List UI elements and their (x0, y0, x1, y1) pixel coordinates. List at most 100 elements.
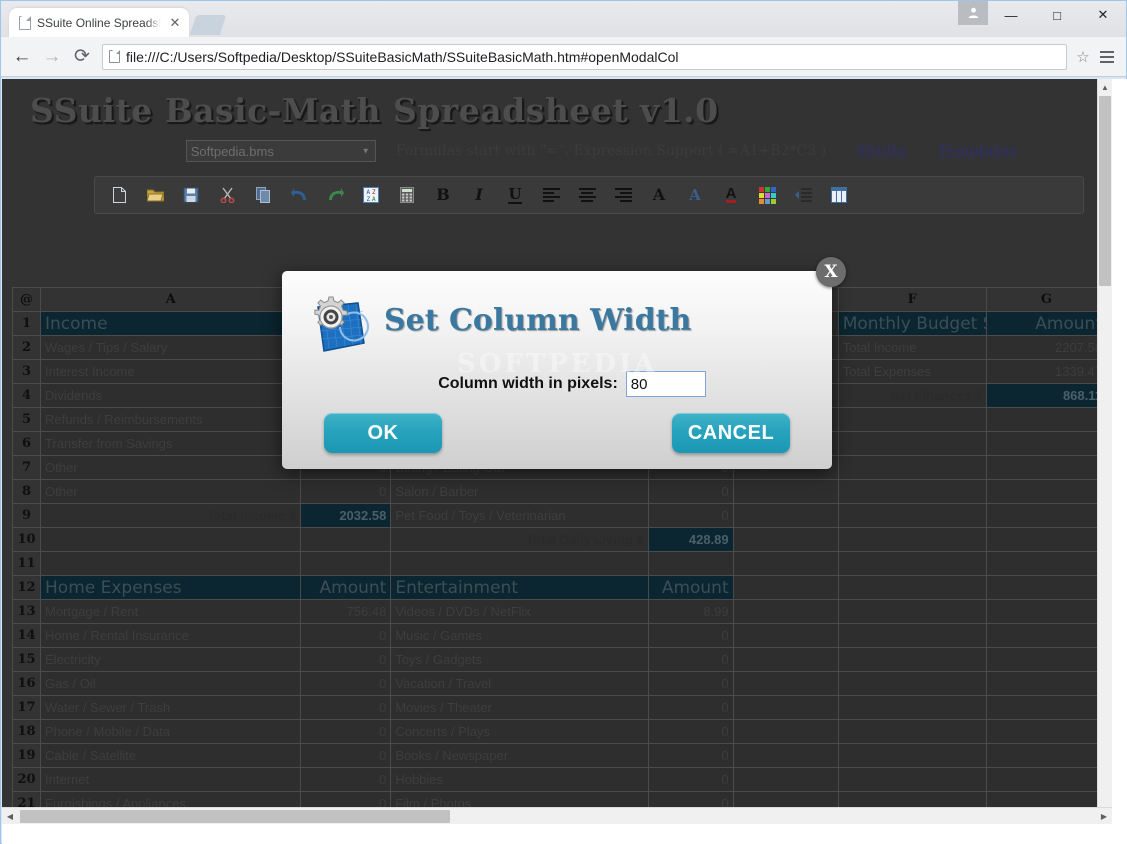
align-right-icon[interactable] (605, 180, 641, 210)
ssuite-link[interactable]: SSuite (856, 143, 907, 159)
cell-G19[interactable] (985, 743, 1108, 768)
minimize-button[interactable]: — (988, 1, 1034, 29)
cell-D16[interactable]: 0 (647, 671, 734, 696)
cell-G7[interactable] (985, 455, 1108, 480)
column-width-icon[interactable] (821, 180, 857, 210)
cell-A6[interactable]: Transfer from Savings (40, 431, 302, 456)
cell-A4[interactable]: Dividends (40, 383, 302, 408)
cell-G18[interactable] (985, 719, 1108, 744)
font-size-icon[interactable]: A (641, 180, 677, 210)
cell-D17[interactable]: 0 (647, 695, 734, 720)
cell-F1[interactable]: Monthly Budget Sum (837, 311, 987, 336)
row-header-19[interactable]: 19 (11, 743, 42, 768)
cell-G5[interactable] (985, 407, 1108, 432)
cell-A11[interactable] (40, 551, 302, 576)
cell-D19[interactable]: 0 (647, 743, 734, 768)
ok-button[interactable]: OK (324, 413, 442, 453)
cell-B17[interactable]: 0 (300, 695, 392, 720)
cell-B10[interactable] (300, 527, 392, 552)
tab-close-icon[interactable]: ✕ (167, 15, 183, 31)
cell-C14[interactable]: Music / Games (390, 623, 649, 648)
italic-icon[interactable]: I (461, 180, 497, 210)
cell-E15[interactable] (732, 647, 839, 672)
align-center-icon[interactable] (569, 180, 605, 210)
horizontal-scroll-thumb[interactable] (20, 810, 450, 823)
cell-B20[interactable]: 0 (300, 767, 392, 792)
cell-G14[interactable] (985, 623, 1108, 648)
cell-F8[interactable] (837, 479, 987, 504)
forward-button[interactable]: → (37, 42, 67, 72)
font-family-icon[interactable]: A (677, 180, 713, 210)
close-window-button[interactable]: ✕ (1080, 1, 1126, 29)
new-document-icon[interactable] (101, 180, 137, 210)
row-header-5[interactable]: 5 (11, 407, 42, 432)
cell-C18[interactable]: Concerts / Plays (390, 719, 649, 744)
row-header-17[interactable]: 17 (11, 695, 42, 720)
cell-F15[interactable] (837, 647, 987, 672)
cell-G8[interactable] (985, 479, 1108, 504)
cell-B18[interactable]: 0 (300, 719, 392, 744)
cell-F12[interactable] (837, 575, 987, 600)
cell-C20[interactable]: Hobbies (390, 767, 649, 792)
redo-icon[interactable] (317, 180, 353, 210)
back-button[interactable]: ← (7, 42, 37, 72)
cell-C16[interactable]: Vacation / Travel (390, 671, 649, 696)
cell-C17[interactable]: Movies / Theater (390, 695, 649, 720)
cell-G4[interactable]: 868.11 (985, 383, 1108, 408)
cell-F20[interactable] (837, 767, 987, 792)
browser-menu-icon[interactable] (1094, 42, 1120, 72)
cell-E14[interactable] (732, 623, 839, 648)
cell-D10[interactable]: 428.89 (647, 527, 734, 552)
row-header-13[interactable]: 13 (11, 599, 42, 624)
cell-A14[interactable]: Home / Rental Insurance (40, 623, 302, 648)
cell-F9[interactable] (837, 503, 987, 528)
cell-E10[interactable] (732, 527, 839, 552)
cell-D20[interactable]: 0 (647, 767, 734, 792)
cell-F10[interactable] (837, 527, 987, 552)
cell-G11[interactable] (985, 551, 1108, 576)
cell-C19[interactable]: Books / Newspaper (390, 743, 649, 768)
row-header-18[interactable]: 18 (11, 719, 42, 744)
row-header-20[interactable]: 20 (11, 767, 42, 792)
cell-C13[interactable]: Videos / DVDs / NetFlix (390, 599, 649, 624)
undo-icon[interactable] (281, 180, 317, 210)
scroll-right-icon[interactable]: ▶ (1096, 808, 1112, 824)
cell-C9[interactable]: Pet Food / Toys / Veterinarian (390, 503, 649, 528)
cell-A15[interactable]: Electricity (40, 647, 302, 672)
row-header-1[interactable]: 1 (11, 311, 42, 336)
vertical-scrollbar[interactable]: ▲ ▼ (1097, 79, 1112, 824)
column-width-input[interactable] (625, 371, 706, 397)
cell-D15[interactable]: 0 (647, 647, 734, 672)
row-header-8[interactable]: 8 (11, 479, 42, 504)
cell-B14[interactable]: 0 (300, 623, 392, 648)
scroll-up-icon[interactable]: ▲ (1098, 79, 1112, 95)
cell-G20[interactable] (985, 767, 1108, 792)
cell-E13[interactable] (732, 599, 839, 624)
row-header-12[interactable]: 12 (11, 575, 42, 600)
cell-G2[interactable]: 2207.58 (985, 335, 1108, 360)
row-header-7[interactable]: 7 (11, 455, 42, 480)
indent-icon[interactable] (785, 180, 821, 210)
cell-B11[interactable] (300, 551, 392, 576)
cell-A17[interactable]: Water / Sewer / Trash (40, 695, 302, 720)
cell-A19[interactable]: Cable / Satellite (40, 743, 302, 768)
cell-C11[interactable] (390, 551, 649, 576)
cut-icon[interactable] (209, 180, 245, 210)
scroll-left-icon[interactable]: ◀ (2, 808, 18, 824)
browser-tab[interactable]: SSuite Online Spreadsheet ✕ (9, 8, 189, 37)
horizontal-scrollbar[interactable]: ◀ ▶ (2, 807, 1112, 824)
cell-G1[interactable]: Amount (985, 311, 1108, 336)
cell-A16[interactable]: Gas / Oil (40, 671, 302, 696)
row-header-3[interactable]: 3 (11, 359, 42, 384)
cell-B12[interactable]: Amount (300, 575, 392, 600)
cell-F5[interactable] (837, 407, 987, 432)
cell-color-icon[interactable] (749, 180, 785, 210)
cell-E11[interactable] (732, 551, 839, 576)
cell-D14[interactable]: 0 (647, 623, 734, 648)
cell-D9[interactable]: 0 (647, 503, 734, 528)
cell-D18[interactable]: 0 (647, 719, 734, 744)
cell-A12[interactable]: Home Expenses (40, 575, 302, 600)
row-header-9[interactable]: 9 (11, 503, 42, 528)
cell-F6[interactable] (837, 431, 987, 456)
cell-E16[interactable] (732, 671, 839, 696)
